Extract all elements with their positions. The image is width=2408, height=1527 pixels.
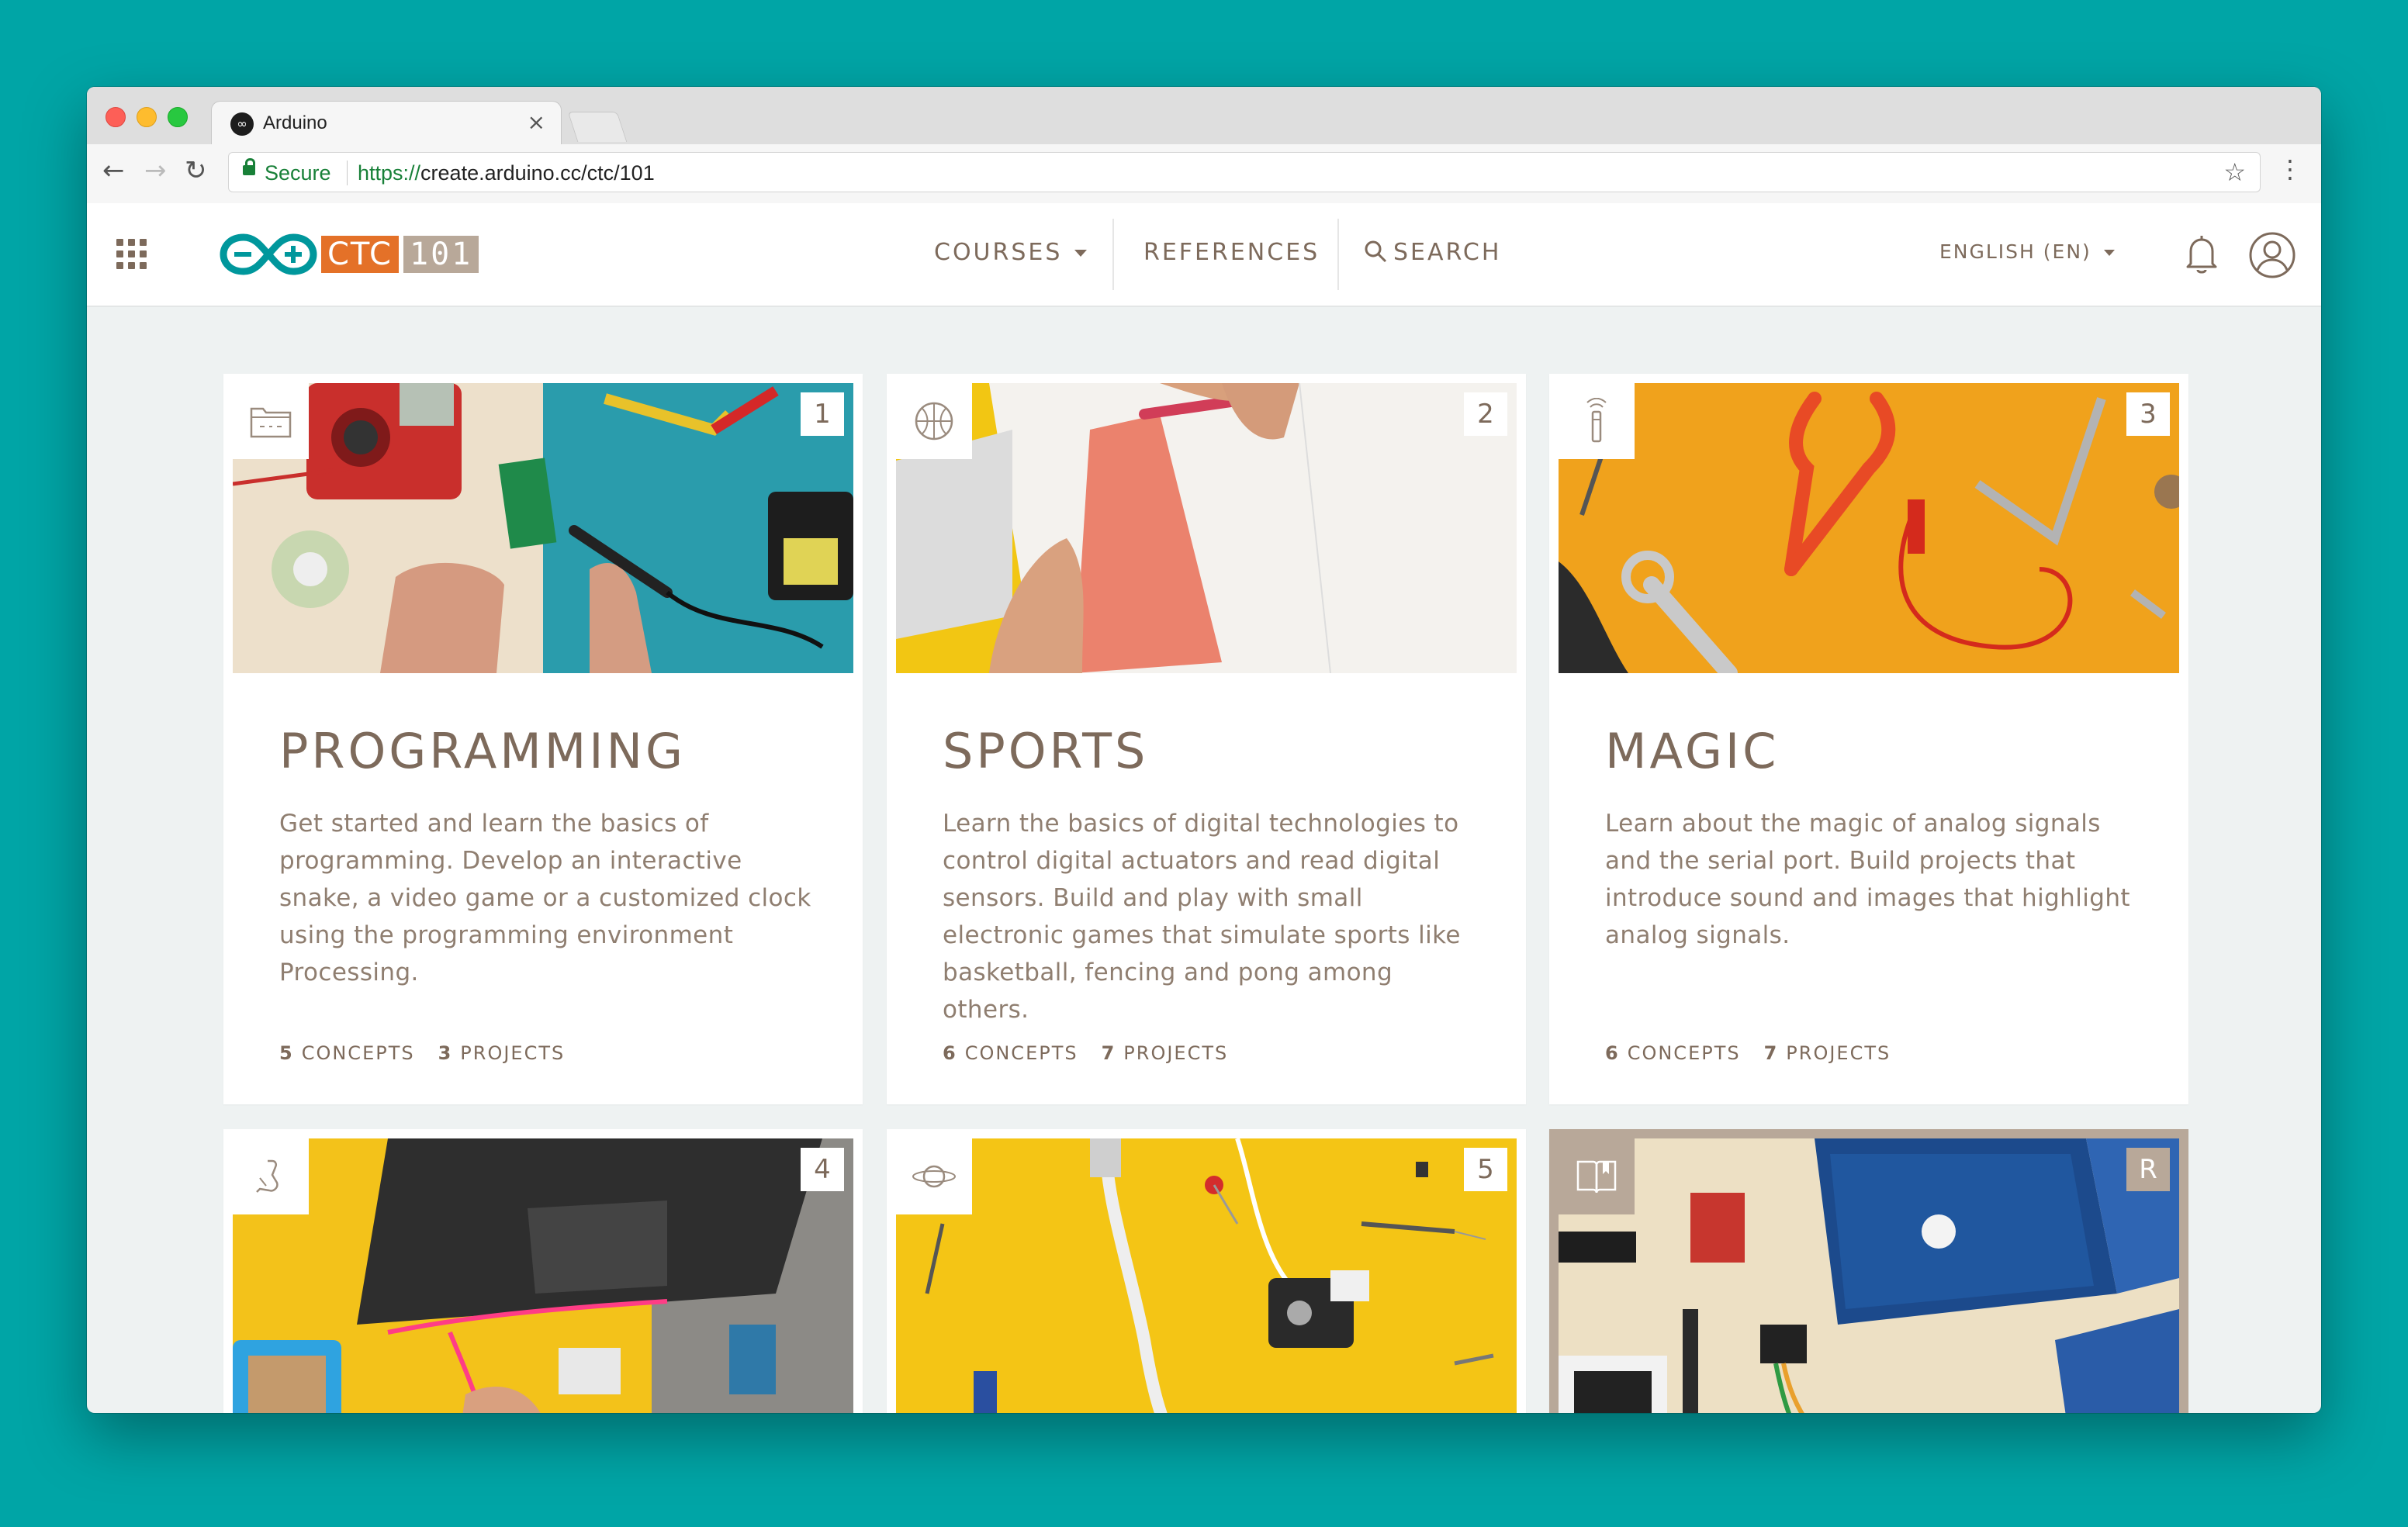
nav-divider [1337,219,1339,290]
arduino-favicon-icon: ∞ [230,112,254,136]
course-image-programming: 1 [233,383,853,673]
nav-divider [1112,219,1114,290]
course-number-badge: 1 [801,392,844,436]
concepts-count: 6 [1605,1042,1620,1064]
course-title: MAGIC [1605,723,1780,779]
arduino-infinity-icon [220,233,317,275]
minimize-window-button[interactable] [137,107,157,127]
book-icon [1559,1138,1635,1214]
logo-101-label: 101 [403,236,479,273]
concepts-label: CONCEPTS [1627,1042,1741,1064]
course-card-5[interactable]: 5 [887,1129,1526,1413]
logo-ctc-label: CTC [321,236,399,273]
course-description: Get started and learn the basics of prog… [279,810,811,986]
concepts-count: 6 [943,1042,957,1064]
nav-references[interactable]: REFERENCES [1143,239,1320,266]
back-icon[interactable]: ← [102,155,125,186]
browser-window: ∞ Arduino × ← → ↻ Secure https://create.… [87,87,2321,1413]
projects-label: PROJECTS [1123,1042,1229,1064]
projects-label: PROJECTS [1786,1042,1891,1064]
user-avatar-icon[interactable] [2248,231,2296,279]
nav-courses-label: COURSES [934,239,1063,266]
course-image-4: 4 [233,1138,853,1413]
course-image-5: 5 [896,1138,1517,1413]
course-card-sports[interactable]: 2 SPORTS Learn the basics of digital tec… [887,374,1526,1104]
apps-grid-icon[interactable] [116,239,147,270]
course-stats: 6 CONCEPTS 7 PROJECTS [1605,1042,1891,1064]
url-text[interactable]: https://create.arduino.cc/ctc/101 [358,161,655,185]
projects-count: 7 [1763,1042,1779,1064]
nav-search-label: SEARCH [1393,239,1502,266]
nav-search[interactable]: SEARCH [1364,239,1501,266]
course-number-badge: 4 [801,1148,844,1191]
projects-label: PROJECTS [460,1042,566,1064]
course-stats: 5 CONCEPTS 3 PROJECTS [279,1042,565,1064]
language-label: ENGLISH (EN) [1939,240,2091,263]
course-card-reference[interactable]: R [1549,1129,2188,1413]
reload-icon[interactable]: ↻ [185,155,207,186]
course-title: SPORTS [943,723,1149,779]
browser-menu-icon[interactable]: ⋮ [2278,157,2302,181]
robot-arm-icon [233,1138,309,1214]
maximize-window-button[interactable] [168,107,188,127]
forward-icon[interactable]: → [144,155,167,186]
basketball-icon [896,383,972,459]
planet-icon [896,1138,972,1214]
course-number-badge: R [2126,1148,2170,1191]
url-path: create.arduino.cc/ctc/101 [420,161,655,185]
concepts-count: 5 [279,1042,294,1064]
secure-label: Secure [265,161,331,185]
tab-close-icon[interactable]: × [528,109,545,135]
nav-courses[interactable]: COURSES [934,239,1088,266]
bookmark-star-icon[interactable]: ☆ [2223,157,2246,187]
tab-title: Arduino [263,112,327,133]
course-card-magic[interactable]: 3 MAGIC Learn about the magic of analog … [1549,374,2188,1104]
tab-strip: ∞ Arduino × [87,87,2321,144]
new-tab-button[interactable] [567,112,628,142]
projects-count: 7 [1101,1042,1116,1064]
browser-tab[interactable]: ∞ Arduino × [211,101,562,144]
course-title: PROGRAMMING [279,723,686,779]
concepts-label: CONCEPTS [964,1042,1078,1064]
projects-count: 3 [438,1042,453,1064]
course-stats: 6 CONCEPTS 7 PROJECTS [943,1042,1228,1064]
course-image-magic: 3 [1559,383,2179,673]
course-description: Learn the basics of digital technologies… [943,810,1461,1024]
course-number-badge: 3 [2126,392,2170,436]
close-window-button[interactable] [106,107,126,127]
url-scheme: https:// [358,161,421,185]
address-bar[interactable]: Secure https://create.arduino.cc/ctc/101… [228,152,2261,192]
magic-wand-icon [1559,383,1635,459]
course-card-programming[interactable]: 1 PROGRAMMING Get started and learn the … [223,374,863,1104]
search-icon [1365,240,1387,263]
chevron-down-icon [2103,250,2115,256]
address-separator [347,161,348,185]
site-header: CTC 101 COURSES REFERENCES SEARCH ENGLIS… [87,203,2321,307]
course-number-badge: 5 [1464,1148,1507,1191]
course-number-badge: 2 [1464,392,1507,436]
nav-references-label: REFERENCES [1143,239,1320,266]
notification-bell-icon[interactable] [2183,234,2220,276]
course-image-sports: 2 [896,383,1517,673]
course-card-4[interactable]: 4 [223,1129,863,1413]
lock-icon [243,158,255,175]
folder-icon [233,383,309,459]
chevron-down-icon [1074,250,1088,257]
browser-toolbar: ← → ↻ Secure https://create.arduino.cc/c… [87,144,2321,204]
concepts-label: CONCEPTS [301,1042,415,1064]
course-image-reference: R [1559,1138,2179,1413]
language-selector[interactable]: ENGLISH (EN) [1939,240,2115,263]
course-description: Learn about the magic of analog signals … [1605,810,2130,949]
